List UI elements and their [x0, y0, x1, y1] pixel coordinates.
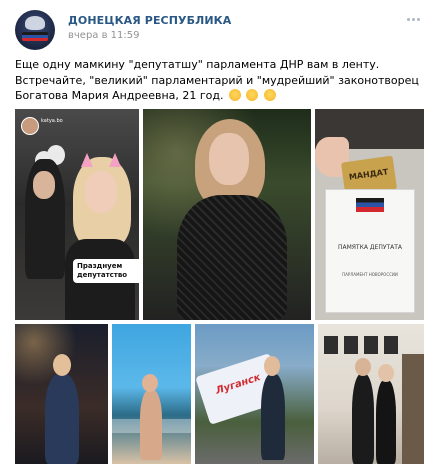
man-head [355, 358, 371, 376]
woman-figure [376, 380, 396, 464]
photo-portrait-lace-dress[interactable] [143, 109, 311, 320]
story-caption-sticker: Празднуем депутатство [73, 259, 139, 283]
woman-head [378, 364, 394, 382]
person-head [264, 356, 280, 376]
person-figure [140, 390, 162, 460]
booklet-subtitle: ПАРЛАМЕНТ НОВОРОССИИ [342, 272, 398, 277]
booklet-title: ПАМЯТКА ДЕПУТАТА [337, 244, 403, 251]
person-figure [261, 374, 285, 460]
photo-beach[interactable] [112, 324, 191, 464]
door [402, 354, 424, 464]
face [209, 133, 249, 185]
photo-flag[interactable]: Луганск [195, 324, 314, 464]
girl-face [85, 171, 117, 213]
photo-night-street[interactable] [15, 324, 108, 464]
deputy-booklet: ПАМЯТКА ДЕПУТАТА ПАРЛАМЕНТ НОВОРОССИИ [325, 189, 415, 313]
person-figure [45, 374, 79, 464]
person-head [142, 374, 158, 392]
friend-face [33, 171, 55, 199]
person-head [53, 354, 71, 376]
photo-deputy-documents[interactable]: МАНДАТ ПАМЯТКА ДЕПУТАТА ПАРЛАМЕНТ НОВОРО… [315, 109, 424, 320]
post-text: Еще одну мамкину "депутатшу" парламента … [15, 57, 419, 104]
grinning-face-emoji [228, 89, 241, 101]
group-name-link[interactable]: ДОНЕЦКАЯ РЕСПУБЛИКА [68, 14, 231, 27]
post-text-body: Еще одну мамкину "депутатшу" парламента … [15, 58, 419, 102]
grinning-face-emoji [263, 89, 276, 101]
story-avatar [21, 117, 39, 135]
post-timestamp[interactable]: вчера в 11:59 [68, 30, 140, 41]
photo-office-couple[interactable] [318, 324, 424, 464]
story-username: katya.bo [41, 118, 63, 124]
grinning-face-emoji [246, 89, 259, 101]
man-figure [352, 374, 374, 464]
group-avatar[interactable] [15, 10, 55, 50]
flag-emblem-icon [356, 198, 384, 212]
photo-story-celebration[interactable]: katya.bo Празднуем депутатство [15, 109, 139, 320]
flag-icon [22, 32, 48, 41]
dove-icon [25, 16, 45, 30]
more-options-icon[interactable] [406, 14, 422, 24]
lace-dress [177, 195, 287, 320]
mandate-label: МАНДАТ [348, 167, 389, 182]
cat-ears-filter [81, 153, 121, 167]
